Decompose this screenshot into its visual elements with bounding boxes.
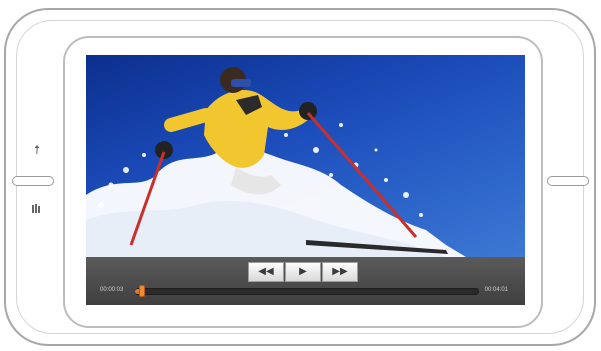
grid-icon[interactable] bbox=[32, 204, 40, 216]
seek-thumb[interactable] bbox=[139, 285, 145, 297]
seek-track[interactable] bbox=[135, 288, 479, 295]
fast-forward-button[interactable]: ▶▶ bbox=[322, 262, 358, 282]
rewind-button[interactable]: ◀◀ bbox=[248, 262, 284, 282]
duration: 00:04:01 bbox=[484, 287, 508, 293]
right-side-button[interactable] bbox=[547, 176, 589, 186]
fast-forward-icon: ▶▶ bbox=[332, 266, 348, 277]
arrow-up-icon[interactable] bbox=[34, 145, 40, 158]
play-icon: ▶ bbox=[299, 266, 307, 277]
left-side-button[interactable] bbox=[12, 176, 54, 186]
player-controls-bar: ◀◀ ▶ ▶▶ 00:00:03 00:04:01 bbox=[86, 257, 525, 305]
play-button[interactable]: ▶ bbox=[285, 262, 321, 282]
video-frame[interactable] bbox=[86, 55, 525, 257]
current-time: 00:00:03 bbox=[100, 287, 124, 293]
rewind-icon: ◀◀ bbox=[258, 266, 274, 277]
